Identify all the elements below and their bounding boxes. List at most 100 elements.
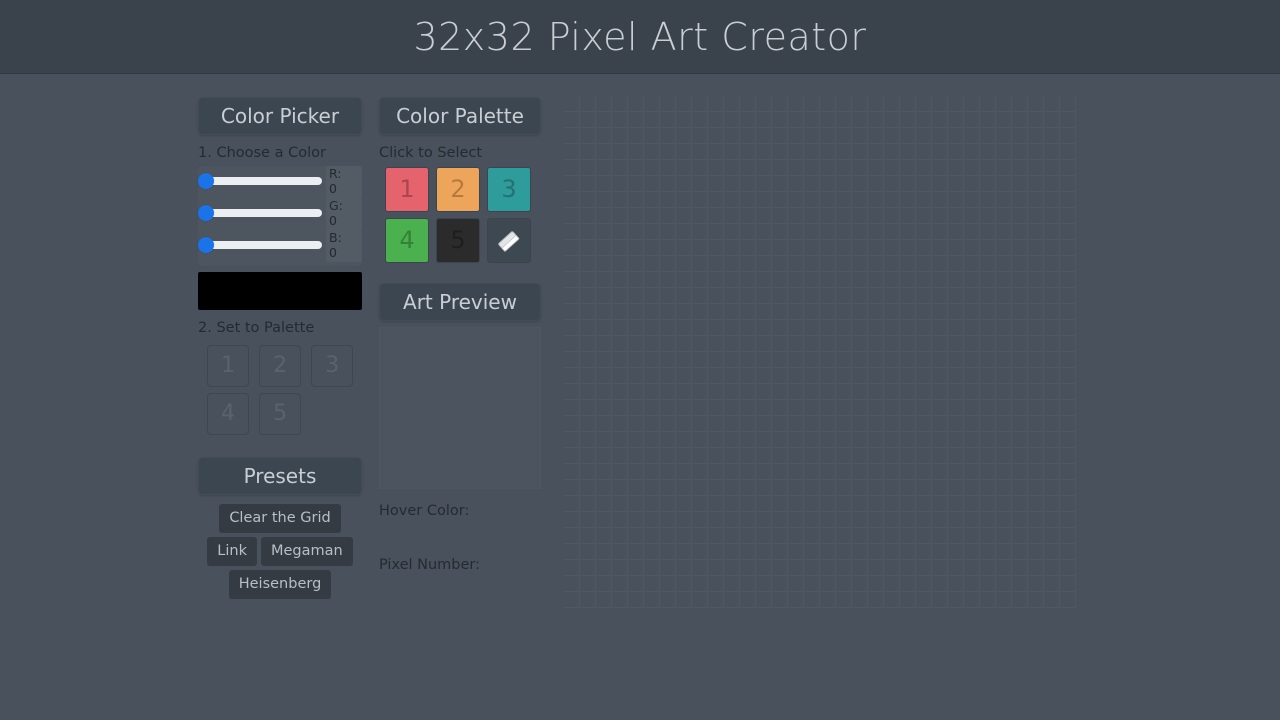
pixel-cell[interactable] (836, 352, 852, 368)
pixel-cell[interactable] (980, 192, 996, 208)
pixel-cell[interactable] (964, 128, 980, 144)
pixel-cell[interactable] (1012, 416, 1028, 432)
pixel-cell[interactable] (964, 464, 980, 480)
pixel-cell[interactable] (996, 240, 1012, 256)
pixel-cell[interactable] (996, 448, 1012, 464)
pixel-cell[interactable] (788, 192, 804, 208)
pixel-cell[interactable] (788, 160, 804, 176)
pixel-cell[interactable] (676, 240, 692, 256)
pixel-cell[interactable] (772, 464, 788, 480)
set-palette-slot-5-button[interactable]: 5 (259, 393, 302, 435)
pixel-cell[interactable] (804, 384, 820, 400)
pixel-cell[interactable] (1060, 528, 1076, 544)
pixel-cell[interactable] (628, 512, 644, 528)
pixel-cell[interactable] (932, 560, 948, 576)
pixel-cell[interactable] (756, 512, 772, 528)
pixel-cell[interactable] (820, 544, 836, 560)
pixel-cell[interactable] (1044, 304, 1060, 320)
pixel-cell[interactable] (772, 96, 788, 112)
pixel-cell[interactable] (596, 192, 612, 208)
palette-swatch-5[interactable]: 5 (436, 218, 480, 263)
pixel-cell[interactable] (692, 512, 708, 528)
pixel-cell[interactable] (564, 176, 580, 192)
pixel-cell[interactable] (900, 528, 916, 544)
pixel-cell[interactable] (980, 336, 996, 352)
pixel-cell[interactable] (804, 352, 820, 368)
pixel-cell[interactable] (900, 592, 916, 608)
pixel-cell[interactable] (836, 384, 852, 400)
pixel-cell[interactable] (724, 128, 740, 144)
pixel-cell[interactable] (868, 256, 884, 272)
pixel-cell[interactable] (708, 544, 724, 560)
pixel-cell[interactable] (804, 448, 820, 464)
pixel-cell[interactable] (692, 416, 708, 432)
pixel-cell[interactable] (852, 400, 868, 416)
pixel-cell[interactable] (868, 272, 884, 288)
pixel-cell[interactable] (836, 528, 852, 544)
pixel-cell[interactable] (676, 304, 692, 320)
pixel-cell[interactable] (996, 224, 1012, 240)
pixel-cell[interactable] (964, 528, 980, 544)
pixel-cell[interactable] (804, 464, 820, 480)
pixel-cell[interactable] (564, 464, 580, 480)
pixel-cell[interactable] (756, 176, 772, 192)
pixel-cell[interactable] (692, 288, 708, 304)
pixel-cell[interactable] (1028, 416, 1044, 432)
pixel-cell[interactable] (788, 96, 804, 112)
pixel-cell[interactable] (708, 512, 724, 528)
pixel-cell[interactable] (772, 480, 788, 496)
pixel-cell[interactable] (884, 496, 900, 512)
pixel-cell[interactable] (852, 144, 868, 160)
pixel-cell[interactable] (820, 496, 836, 512)
pixel-cell[interactable] (708, 448, 724, 464)
pixel-cell[interactable] (612, 288, 628, 304)
pixel-cell[interactable] (820, 176, 836, 192)
pixel-cell[interactable] (820, 528, 836, 544)
pixel-cell[interactable] (820, 432, 836, 448)
pixel-cell[interactable] (964, 512, 980, 528)
pixel-cell[interactable] (820, 112, 836, 128)
pixel-cell[interactable] (580, 496, 596, 512)
pixel-cell[interactable] (852, 128, 868, 144)
pixel-cell[interactable] (692, 464, 708, 480)
pixel-cell[interactable] (916, 528, 932, 544)
pixel-cell[interactable] (996, 160, 1012, 176)
pixel-cell[interactable] (724, 176, 740, 192)
pixel-cell[interactable] (932, 320, 948, 336)
pixel-cell[interactable] (900, 400, 916, 416)
pixel-cell[interactable] (676, 160, 692, 176)
pixel-cell[interactable] (980, 288, 996, 304)
pixel-cell[interactable] (596, 208, 612, 224)
pixel-cell[interactable] (612, 480, 628, 496)
pixel-cell[interactable] (820, 592, 836, 608)
pixel-cell[interactable] (740, 288, 756, 304)
pixel-cell[interactable] (788, 304, 804, 320)
pixel-cell[interactable] (772, 176, 788, 192)
pixel-cell[interactable] (692, 320, 708, 336)
pixel-cell[interactable] (564, 448, 580, 464)
set-palette-slot-3-button[interactable]: 3 (311, 345, 354, 387)
pixel-cell[interactable] (900, 208, 916, 224)
pixel-cell[interactable] (820, 352, 836, 368)
pixel-cell[interactable] (1060, 224, 1076, 240)
pixel-cell[interactable] (724, 192, 740, 208)
pixel-cell[interactable] (1060, 496, 1076, 512)
pixel-cell[interactable] (660, 464, 676, 480)
pixel-cell[interactable] (884, 368, 900, 384)
pixel-cell[interactable] (900, 160, 916, 176)
pixel-cell[interactable] (804, 416, 820, 432)
pixel-cell[interactable] (564, 592, 580, 608)
pixel-cell[interactable] (1028, 112, 1044, 128)
pixel-cell[interactable] (836, 512, 852, 528)
pixel-cell[interactable] (868, 544, 884, 560)
pixel-cell[interactable] (804, 512, 820, 528)
pixel-cell[interactable] (724, 464, 740, 480)
pixel-cell[interactable] (692, 576, 708, 592)
pixel-cell[interactable] (964, 432, 980, 448)
pixel-cell[interactable] (852, 496, 868, 512)
pixel-cell[interactable] (884, 96, 900, 112)
pixel-cell[interactable] (724, 496, 740, 512)
pixel-cell[interactable] (676, 272, 692, 288)
pixel-cell[interactable] (1044, 256, 1060, 272)
red-slider-thumb[interactable] (198, 173, 214, 189)
